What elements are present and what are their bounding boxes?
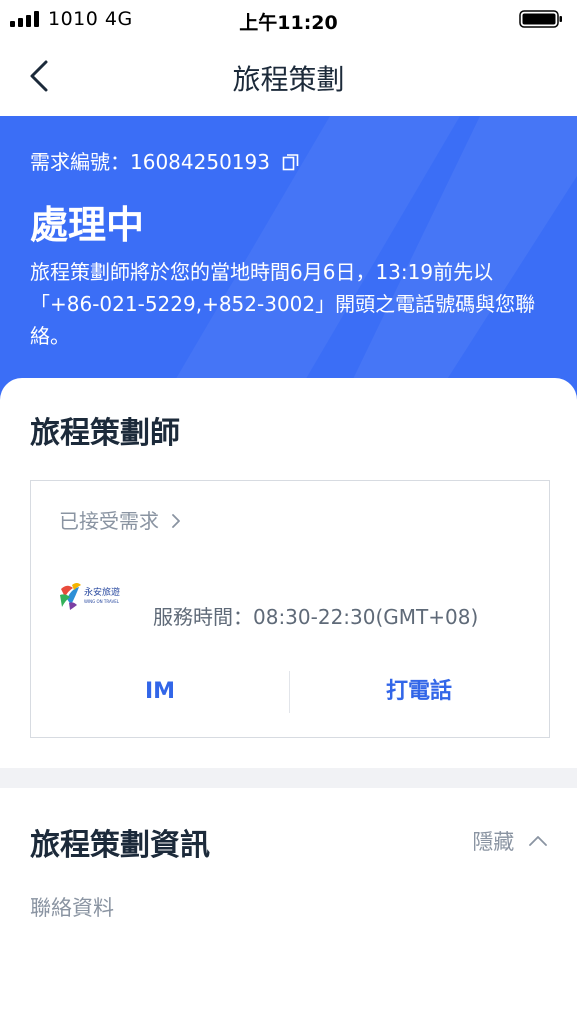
request-status-header: 需求編號：16084250193 處理中 旅程策劃師將於您的當地時間6月6日，1… — [0, 116, 577, 406]
nav-bar: 旅程策劃 — [0, 38, 577, 116]
battery-icon — [519, 10, 562, 28]
planner-section: 旅程策劃師 已接受需求 永安旅遊 WING ON TRAVEL 服務時間：08:… — [0, 378, 577, 768]
call-button[interactable]: 打電話 — [289, 667, 549, 717]
planning-info-title: 旅程策劃資訊 — [30, 828, 210, 863]
service-time: 服務時間：08:30-22:30(GMT+08) — [153, 605, 479, 629]
request-number-row: 需求編號：16084250193 — [30, 146, 300, 175]
im-button[interactable]: IM — [31, 667, 289, 717]
planner-card: 已接受需求 永安旅遊 WING ON TRAVEL 服務時間：08:30-22:… — [30, 480, 550, 738]
planner-actions: IM 打電話 — [31, 667, 549, 717]
request-number-value: 16084250193 — [130, 150, 270, 174]
chevron-up-icon — [529, 836, 547, 846]
wing-on-travel-logo: 永安旅遊 WING ON TRAVEL — [60, 583, 120, 610]
status-title: 處理中 — [30, 203, 145, 247]
accepted-status-link[interactable]: 已接受需求 — [59, 505, 183, 534]
status-time: 上午11:20 — [239, 12, 338, 34]
status-description: 旅程策劃師將於您的當地時間6月6日，13:19前先以「+86-021-5229,… — [30, 260, 536, 348]
accepted-label: 已接受需求 — [59, 509, 159, 533]
hide-label: 隱藏 — [472, 830, 515, 854]
planning-info-section: 旅程策劃資訊 隱藏 聯絡資料 — [0, 788, 577, 1024]
section-separator — [0, 768, 577, 788]
status-bar: 1010 4G 上午11:20 — [0, 0, 577, 38]
chevron-right-icon — [172, 513, 181, 528]
request-number-label: 需求編號： — [30, 150, 130, 174]
logo-text: 永安旅遊 — [84, 586, 120, 598]
hide-toggle[interactable]: 隱藏 — [472, 826, 547, 856]
planner-section-title: 旅程策劃師 — [30, 416, 180, 451]
logo-subtext: WING ON TRAVEL — [84, 599, 120, 604]
contact-info-label: 聯絡資料 — [30, 896, 114, 920]
copy-icon[interactable] — [282, 153, 300, 171]
page-title: 旅程策劃 — [232, 63, 345, 96]
